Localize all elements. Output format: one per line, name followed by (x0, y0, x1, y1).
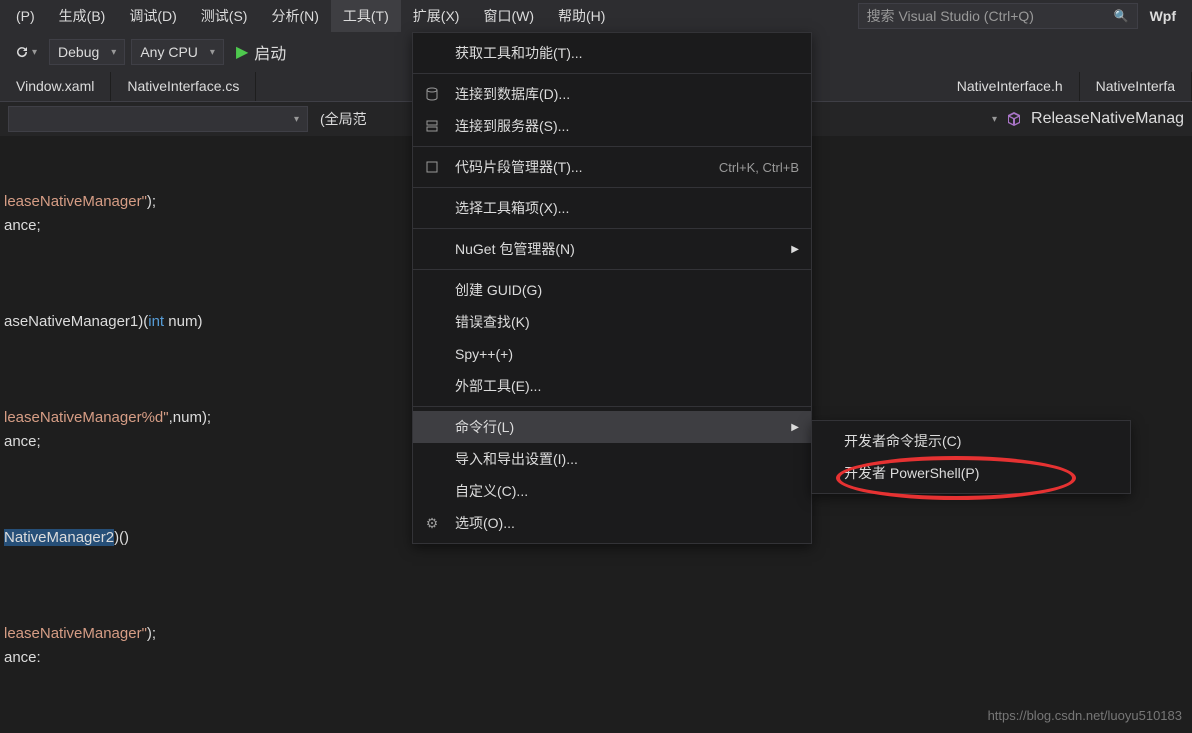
run-button[interactable]: ▶ 启动 (230, 36, 292, 68)
tab-nativeinterface-cs[interactable]: NativeInterface.cs (111, 72, 256, 101)
database-icon (423, 85, 441, 103)
menu-separator (413, 73, 811, 74)
menu-spy[interactable]: Spy++(+) (413, 338, 811, 370)
menu-external-tools[interactable]: 外部工具(E)... (413, 370, 811, 402)
chevron-down-icon: ▾ (111, 47, 116, 58)
snippet-icon (423, 158, 441, 176)
platform-label: Any CPU (140, 44, 198, 60)
app-title: Wpf (1138, 8, 1188, 24)
tools-menu: 获取工具和功能(T)... 连接到数据库(D)... 连接到服务器(S)... … (412, 32, 812, 544)
menu-extensions[interactable]: 扩展(X) (401, 0, 472, 32)
menu-separator (413, 406, 811, 407)
refresh-icon (14, 44, 30, 60)
chevron-down-icon: ▾ (210, 47, 215, 58)
menu-create-guid[interactable]: 创建 GUID(G) (413, 274, 811, 306)
scope-dropdown-left[interactable]: ▾ (8, 106, 308, 132)
menu-error-lookup[interactable]: 错误查找(K) (413, 306, 811, 338)
tab-nativeinterface2[interactable]: NativeInterfa (1080, 72, 1192, 101)
chevron-down-icon: ▾ (294, 114, 299, 125)
shortcut-label: Ctrl+K, Ctrl+B (719, 160, 799, 175)
refresh-button[interactable]: ▾ (8, 40, 43, 64)
menubar: (P) 生成(B) 调试(D) 测试(S) 分析(N) 工具(T) 扩展(X) … (0, 0, 1192, 32)
menu-separator (413, 146, 811, 147)
scope-label: (全局范 (308, 109, 379, 129)
search-box[interactable]: 🔍 (858, 3, 1138, 29)
menu-separator (413, 269, 811, 270)
menu-tools[interactable]: 工具(T) (331, 0, 401, 32)
watermark: https://blog.csdn.net/luoyu510183 (988, 708, 1182, 723)
menu-analyze[interactable]: 分析(N) (259, 0, 330, 32)
chevron-right-icon: ▶ (791, 244, 799, 255)
submenu-dev-cmd[interactable]: 开发者命令提示(C) (812, 425, 1130, 457)
menu-toolbox-items[interactable]: 选择工具箱项(X)... (413, 192, 811, 224)
search-input[interactable] (867, 8, 1110, 24)
gear-icon: ⚙ (423, 514, 441, 532)
chevron-down-icon[interactable]: ▾ (992, 114, 997, 125)
server-icon (423, 117, 441, 135)
menu-customize[interactable]: 自定义(C)... (413, 475, 811, 507)
menu-build[interactable]: 生成(B) (47, 0, 118, 32)
menu-p[interactable]: (P) (4, 2, 47, 30)
menu-connect-server[interactable]: 连接到服务器(S)... (413, 110, 811, 142)
menu-help[interactable]: 帮助(H) (546, 0, 617, 32)
command-line-submenu: 开发者命令提示(C) 开发者 PowerShell(P) (811, 420, 1131, 494)
tab-nativeinterface-h[interactable]: NativeInterface.h (941, 72, 1080, 101)
platform-dropdown[interactable]: Any CPU ▾ (131, 39, 224, 65)
run-label: 启动 (254, 40, 286, 64)
menu-window[interactable]: 窗口(W) (471, 0, 546, 32)
play-icon: ▶ (236, 42, 248, 62)
menu-get-tools[interactable]: 获取工具和功能(T)... (413, 37, 811, 69)
cube-icon (1005, 110, 1023, 128)
search-icon: 🔍 (1114, 9, 1129, 23)
menu-test[interactable]: 测试(S) (189, 0, 260, 32)
submenu-dev-powershell[interactable]: 开发者 PowerShell(P) (812, 457, 1130, 489)
menu-connect-db[interactable]: 连接到数据库(D)... (413, 78, 811, 110)
tab-window-xaml[interactable]: Vindow.xaml (0, 72, 111, 101)
menu-snippet-manager[interactable]: 代码片段管理器(T)... Ctrl+K, Ctrl+B (413, 151, 811, 183)
menu-separator (413, 187, 811, 188)
menu-debug[interactable]: 调试(D) (117, 0, 188, 32)
config-dropdown[interactable]: Debug ▾ (49, 39, 125, 65)
menu-nuget[interactable]: NuGet 包管理器(N) ▶ (413, 233, 811, 265)
menu-options[interactable]: ⚙ 选项(O)... (413, 507, 811, 539)
menu-separator (413, 228, 811, 229)
chevron-right-icon: ▶ (791, 422, 799, 433)
menu-command-line[interactable]: 命令行(L) ▶ (413, 411, 811, 443)
config-label: Debug (58, 44, 99, 60)
member-label: ReleaseNativeManag (1031, 110, 1184, 128)
menu-import-export[interactable]: 导入和导出设置(I)... (413, 443, 811, 475)
